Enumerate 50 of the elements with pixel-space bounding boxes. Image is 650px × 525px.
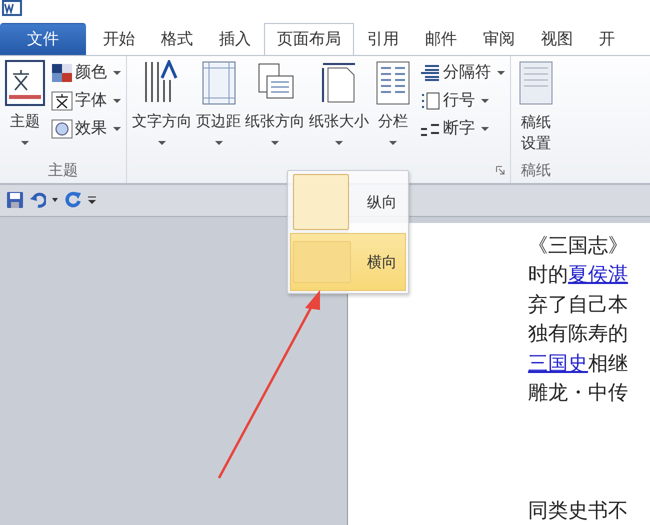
ribbon-button[interactable]: 分栏 (371, 60, 415, 146)
ribbon-button[interactable]: 稿纸设置 (514, 60, 558, 154)
document-link[interactable]: 夏侯湛 (568, 262, 628, 286)
ribbon-button[interactable]: 分隔符 (417, 60, 507, 86)
menu-item[interactable]: 横向 (290, 233, 406, 291)
ribbon-button[interactable]: 页边距 (194, 60, 243, 146)
ribbon-tab[interactable]: 文件 (0, 23, 86, 56)
ribbon-button[interactable]: 主题 (3, 60, 47, 146)
ribbon-button[interactable]: 效果 (49, 116, 123, 142)
document-text: 弃了自己本 (528, 292, 628, 316)
ribbon-button[interactable]: 字体 (49, 88, 123, 114)
ribbon-button[interactable]: 断字 (417, 116, 507, 142)
undo-icon[interactable] (30, 192, 46, 208)
group-label: 主题 (48, 161, 78, 180)
dialog-launcher-icon[interactable] (496, 166, 505, 175)
fonts-icon (51, 90, 73, 111)
document-text: 独有陈寿的 (528, 321, 628, 345)
page-thumbnail-icon (293, 241, 351, 283)
ribbon-tab[interactable]: 页面布局 (264, 23, 354, 56)
redo-icon[interactable] (64, 191, 82, 210)
ribbon-tab[interactable]: 视图 (528, 23, 586, 56)
ribbon-button[interactable]: 纸张方向 (243, 60, 307, 146)
group-label: 稿纸 (521, 161, 551, 180)
document-text-line: 同类史书不 (528, 496, 628, 524)
lines-icon (419, 90, 441, 111)
ribbon-tab[interactable]: 格式 (148, 23, 206, 56)
caret-icon[interactable] (52, 198, 58, 202)
ribbon-tab[interactable]: 审阅 (470, 23, 528, 56)
ribbon-tab[interactable]: 引用 (354, 23, 412, 56)
theme-icon (5, 60, 45, 106)
save-icon[interactable] (6, 191, 24, 210)
document-text: 《三国志》 (528, 232, 628, 256)
ribbon-button[interactable]: 文字方向 (130, 60, 194, 146)
ribbon-button[interactable]: 行号 (417, 88, 507, 114)
ribbon-tab[interactable]: 插入 (206, 23, 264, 56)
document-text: 雕龙・中传 (528, 380, 628, 404)
effects-icon (51, 118, 73, 139)
ribbon-button[interactable]: 纸张大小 (307, 60, 371, 146)
ribbon-button[interactable]: 颜色 (49, 60, 123, 86)
ribbon-tab[interactable]: 开始 (90, 23, 148, 56)
document-link[interactable]: 三国史 (528, 350, 588, 374)
document-text: 时的 (528, 262, 568, 286)
colors-icon (51, 62, 73, 83)
customize-caret-icon[interactable] (88, 196, 96, 204)
ribbon-tab[interactable]: 邮件 (412, 23, 470, 56)
breaks-icon (419, 62, 441, 83)
ribbon-tab[interactable]: 开 (586, 23, 628, 56)
document-text: 相继 (588, 350, 628, 374)
menu-item[interactable]: 纵向 (290, 173, 406, 231)
page-thumbnail-icon (293, 174, 349, 230)
